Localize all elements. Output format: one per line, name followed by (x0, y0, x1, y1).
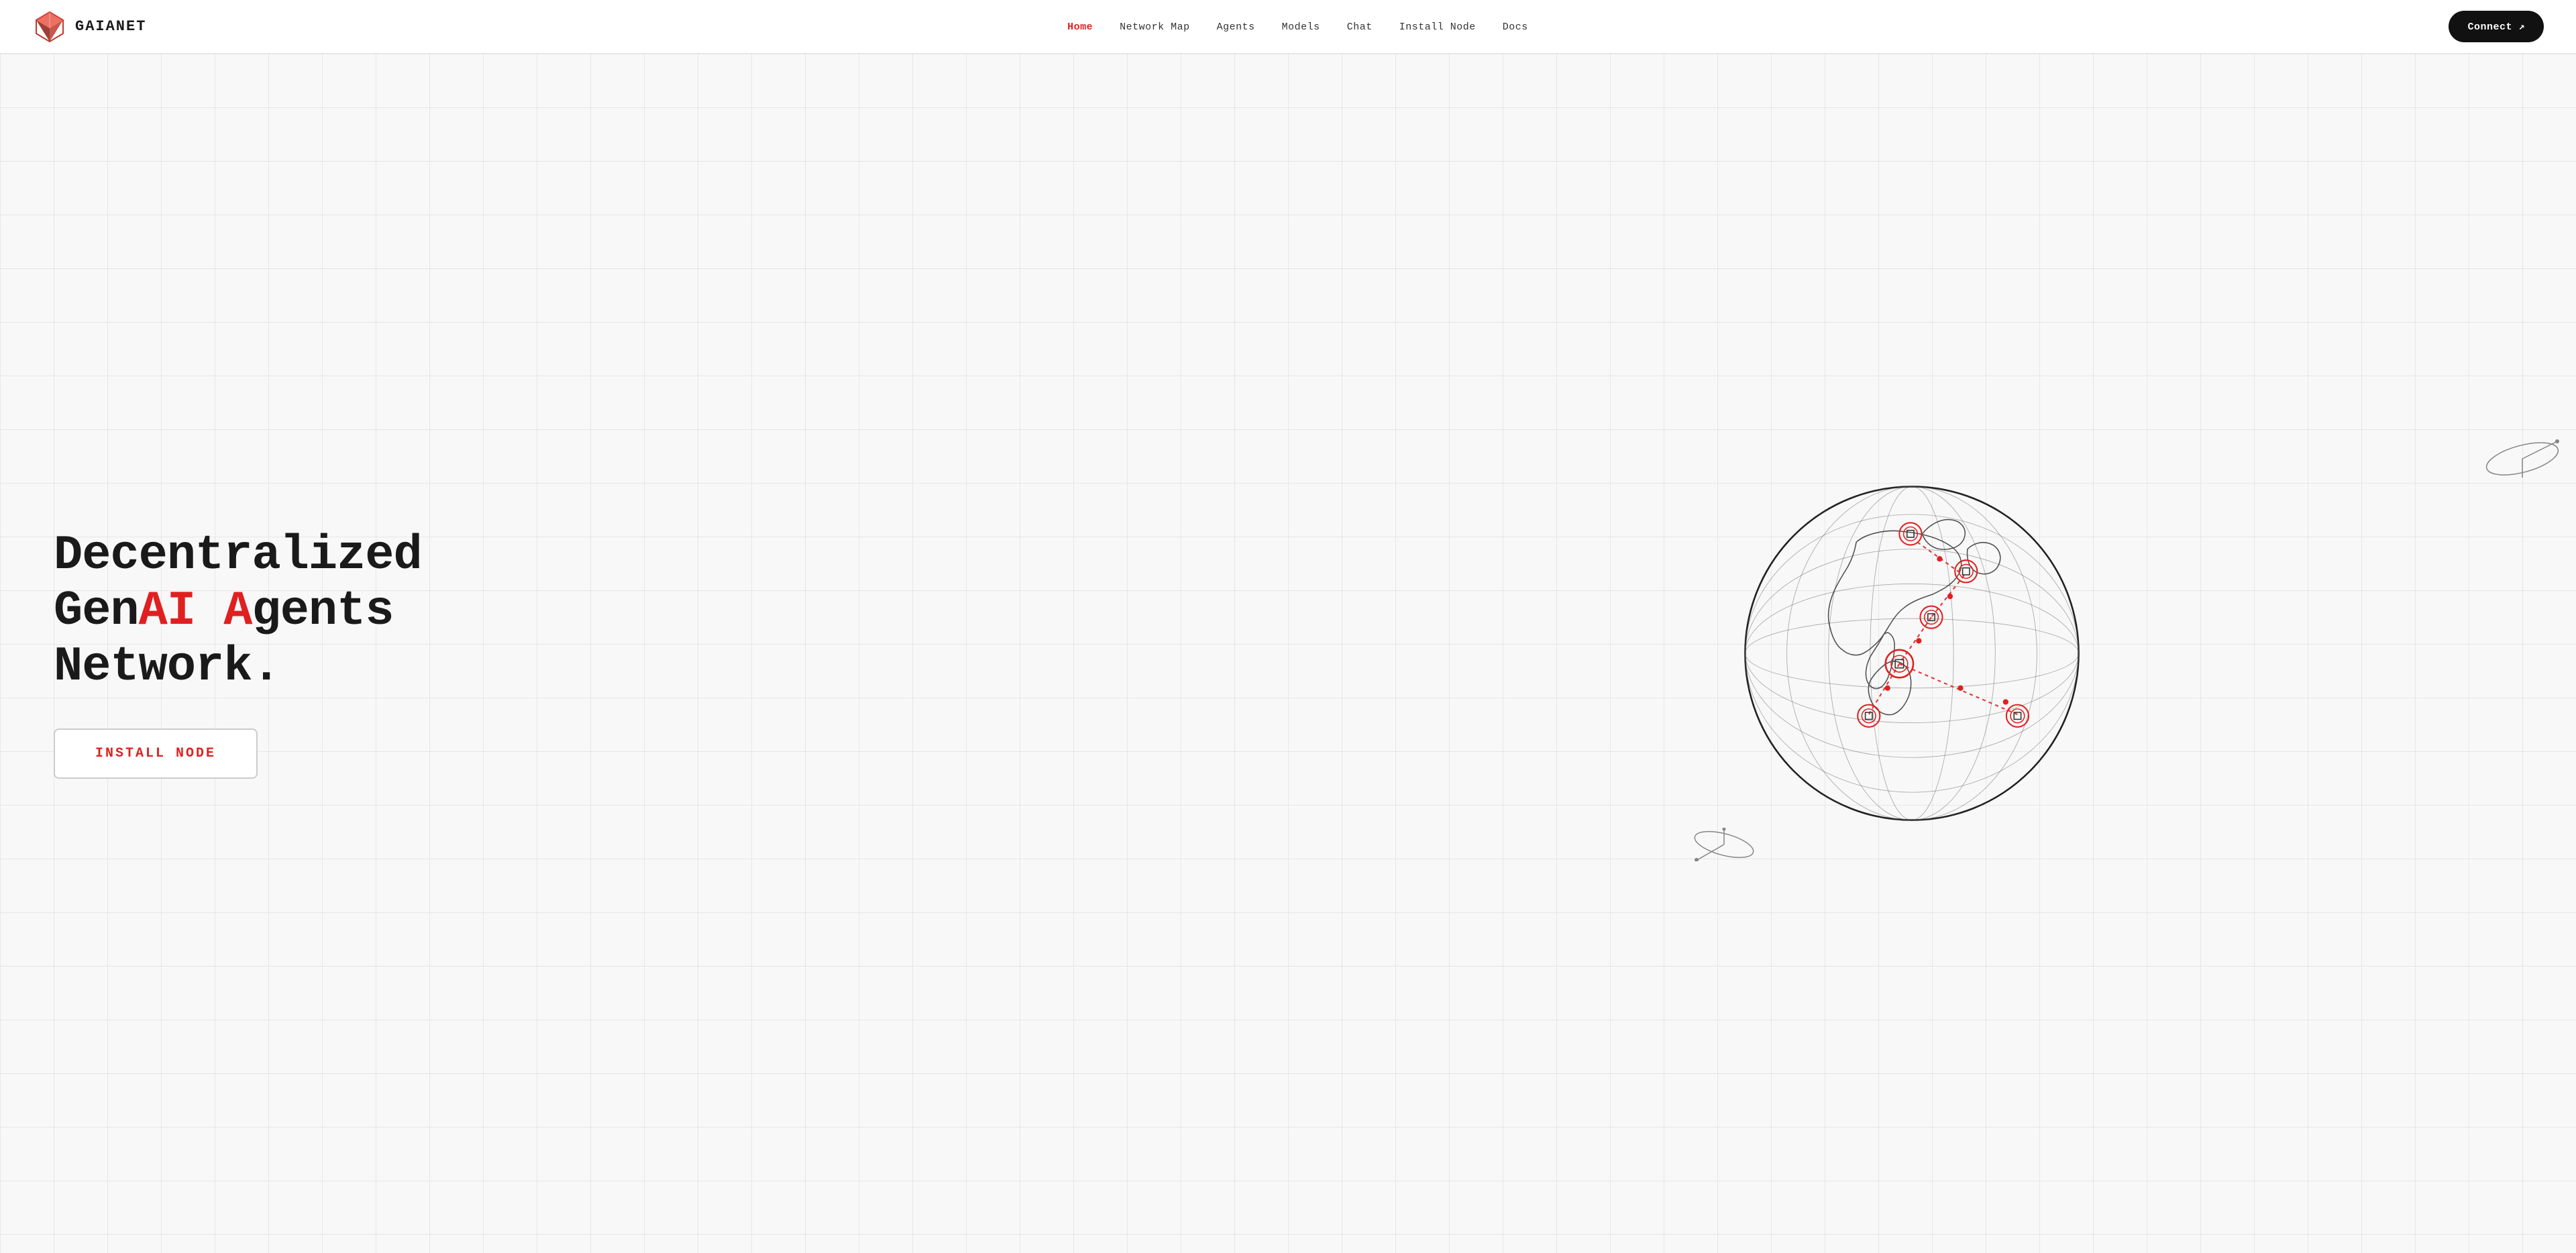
gaianet-logo-icon (32, 9, 67, 44)
hero-right (1301, 459, 2522, 848)
install-node-button[interactable]: INSTALL NODE (54, 728, 258, 779)
globe-container (1717, 459, 2106, 848)
hero-section: Decentralized GenAI Agents Network. INST… (0, 54, 2576, 1253)
nav-item-chat[interactable]: Chat (1347, 21, 1373, 33)
navbar: GAIANET Home Network Map Agents Models C… (0, 0, 2576, 54)
nav-item-agents[interactable]: Agents (1217, 21, 1255, 33)
globe-node-3 (1920, 606, 1942, 629)
nav-link-network-map[interactable]: Network Map (1120, 21, 1190, 33)
nav-item-home[interactable]: Home (1067, 21, 1093, 33)
globe-node-6 (2006, 705, 2029, 727)
nav-link-home[interactable]: Home (1067, 21, 1093, 33)
nav-item-models[interactable]: Models (1282, 21, 1320, 33)
hero-title: Decentralized GenAI Agents Network. (54, 528, 1275, 694)
hero-title-gents: gents (252, 584, 393, 639)
nav-link-agents[interactable]: Agents (1217, 21, 1255, 33)
hero-title-a: A (223, 584, 252, 639)
hero-title-line3: Network. (54, 639, 280, 694)
nav-link-docs[interactable]: Docs (1503, 21, 1528, 33)
nav-link-chat[interactable]: Chat (1347, 21, 1373, 33)
hero-title-line1: Decentralized (54, 528, 422, 583)
nav-item-network-map[interactable]: Network Map (1120, 21, 1190, 33)
nav-item-docs[interactable]: Docs (1503, 21, 1528, 33)
hero-title-gen: Gen (54, 584, 139, 639)
hero-left: Decentralized GenAI Agents Network. INST… (54, 528, 1301, 778)
logo[interactable]: GAIANET (32, 9, 146, 44)
nav-item-install-node[interactable]: Install Node (1399, 21, 1476, 33)
nav-link-install-node[interactable]: Install Node (1399, 21, 1476, 33)
hero-title-line2: GenAI Agents (54, 584, 394, 639)
satellite-dish-top (2482, 439, 2563, 479)
nav-links: Home Network Map Agents Models Chat Inst… (1067, 21, 1528, 33)
logo-text: GAIANET (75, 18, 146, 35)
globe-node-5 (1858, 705, 1880, 727)
satellite-dish-bottom (1690, 828, 1758, 861)
nav-link-models[interactable]: Models (1282, 21, 1320, 33)
hero-title-ai: AI (139, 584, 195, 639)
connect-button[interactable]: Connect ↗ (2449, 11, 2544, 42)
globe-svg (1717, 459, 2106, 848)
